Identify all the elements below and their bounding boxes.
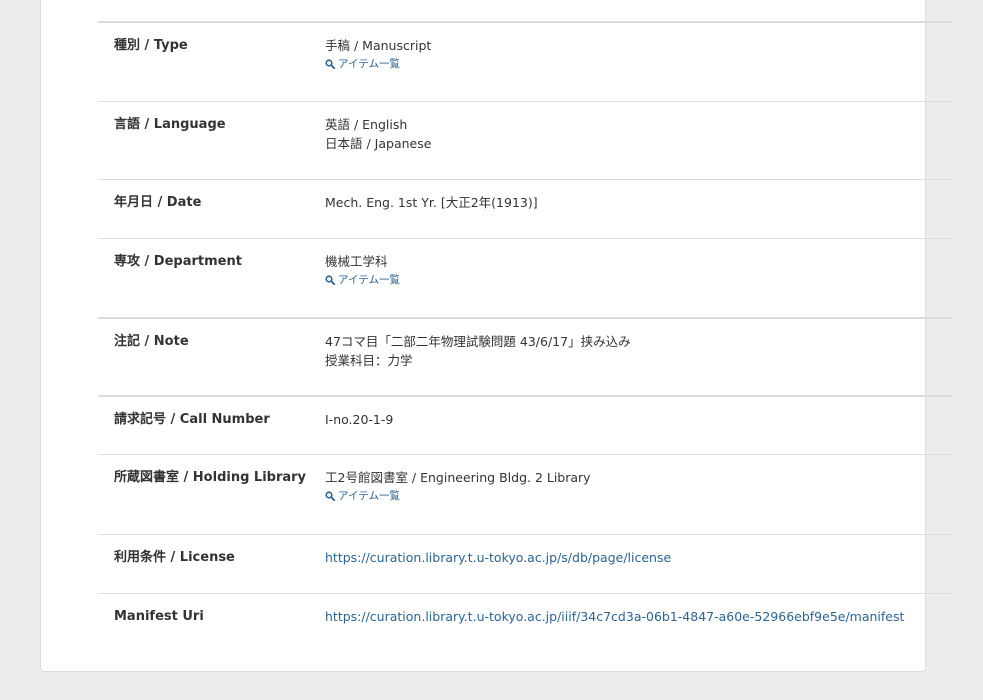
field-label: 請求記号 / Call Number — [114, 412, 270, 427]
field-value: 機械工学科 アイテム一覧 — [325, 252, 400, 290]
field-value: https://curation.library.t.u-tokyo.ac.jp… — [325, 548, 671, 567]
field-label: Manifest Uri — [114, 609, 204, 624]
metadata-row-holding-library: 所蔵図書室 / Holding Library 工2号館図書室 / Engine… — [98, 454, 952, 534]
search-icon — [325, 275, 335, 285]
metadata-card: 種別 / Type 手稿 / Manuscript アイテム一覧 言語 / La… — [40, 0, 952, 672]
value-line: 授業科目：力学 — [325, 353, 413, 368]
metadata-row-department: 専攻 / Department 機械工学科 アイテム一覧 — [98, 238, 952, 317]
search-icon — [325, 59, 335, 69]
value-line: 手稿 / Manuscript — [325, 38, 432, 53]
metadata-row-language: 言語 / Language 英語 / English 日本語 / Japanes… — [98, 101, 952, 179]
license-link[interactable]: https://curation.library.t.u-tokyo.ac.jp… — [325, 550, 671, 565]
field-label: 注記 / Note — [114, 334, 189, 349]
field-value: I-no.20-1-9 — [325, 410, 393, 429]
field-value: 47コマ目「二部二年物理試験問題 43/6/17」挟み込み 授業科目：力学 — [325, 332, 631, 370]
metadata-row-note: 注記 / Note 47コマ目「二部二年物理試験問題 43/6/17」挟み込み … — [98, 317, 952, 395]
value-line: 工2号館図書室 / Engineering Bldg. 2 Library — [325, 470, 591, 485]
field-label: 種別 / Type — [114, 38, 188, 53]
search-icon — [325, 491, 335, 501]
item-list-link[interactable]: アイテム一覧 — [325, 273, 400, 287]
field-label: 言語 / Language — [114, 117, 226, 132]
item-list-link-label: アイテム一覧 — [338, 274, 400, 286]
item-list-link[interactable]: アイテム一覧 — [325, 489, 400, 503]
item-list-link-label: アイテム一覧 — [338, 490, 400, 502]
metadata-row-type: 種別 / Type 手稿 / Manuscript アイテム一覧 — [98, 21, 952, 101]
item-list-link-label: アイテム一覧 — [338, 58, 400, 70]
field-value: 英語 / English 日本語 / Japanese — [325, 115, 431, 153]
metadata-row-manifest-uri: Manifest Uri https://curation.library.t.… — [98, 593, 952, 653]
manifest-uri-link[interactable]: https://curation.library.t.u-tokyo.ac.jp… — [325, 609, 904, 624]
field-value: 手稿 / Manuscript アイテム一覧 — [325, 36, 431, 74]
metadata-row-call-number: 請求記号 / Call Number I-no.20-1-9 — [98, 395, 952, 454]
metadata-row-date: 年月日 / Date Mech. Eng. 1st Yr. [大正2年(1913… — [98, 179, 952, 238]
value-line: I-no.20-1-9 — [325, 412, 394, 427]
metadata-table: 種別 / Type 手稿 / Manuscript アイテム一覧 言語 / La… — [98, 21, 952, 653]
field-value: https://curation.library.t.u-tokyo.ac.jp… — [325, 607, 904, 626]
field-label: 年月日 / Date — [114, 195, 202, 210]
metadata-row-license: 利用条件 / License https://curation.library.… — [98, 534, 952, 593]
field-label: 利用条件 / License — [114, 550, 235, 565]
value-line: 47コマ目「二部二年物理試験問題 43/6/17」挟み込み — [325, 334, 631, 349]
field-value: Mech. Eng. 1st Yr. [大正2年(1913)] — [325, 193, 538, 212]
value-line: Mech. Eng. 1st Yr. [大正2年(1913)] — [325, 195, 538, 210]
value-line: 日本語 / Japanese — [325, 136, 432, 151]
field-label: 専攻 / Department — [114, 254, 242, 269]
item-list-link[interactable]: アイテム一覧 — [325, 57, 400, 71]
field-label: 所蔵図書室 / Holding Library — [114, 470, 307, 485]
value-line: 英語 / English — [325, 117, 408, 132]
field-value: 工2号館図書室 / Engineering Bldg. 2 Library アイ… — [325, 468, 591, 506]
value-line: 機械工学科 — [325, 254, 388, 269]
